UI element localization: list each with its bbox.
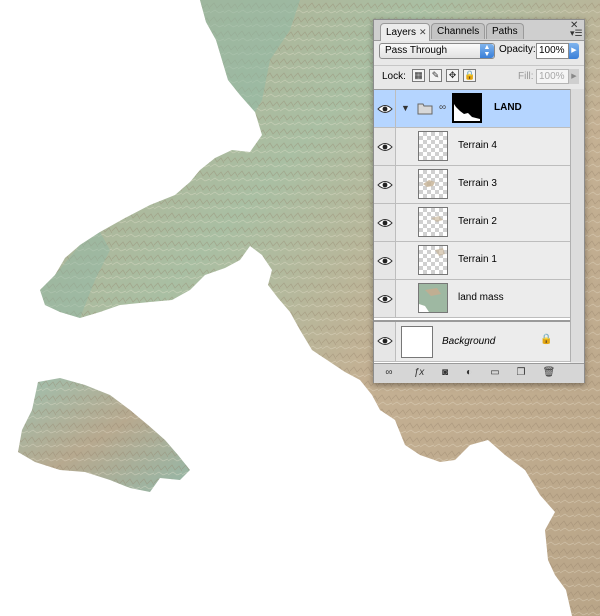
tab-channels[interactable]: Channels [431, 23, 485, 39]
layers-palette: Layers ✕ Channels Paths ✕ ▾☰ Pass Through… [373, 19, 585, 383]
layer-thumbnail[interactable] [418, 207, 448, 237]
layer-name: Terrain 3 [458, 178, 497, 189]
mask-icon[interactable]: ◙ [438, 366, 452, 380]
terrain-patch-icon [431, 216, 443, 222]
layer-row-background[interactable]: Background 🔒 [374, 322, 570, 362]
tab-layers-label: Layers [386, 27, 417, 38]
eye-icon[interactable] [377, 141, 393, 153]
terrain-patch-icon [423, 180, 435, 187]
trash-icon[interactable]: 🗑 [542, 366, 556, 380]
lock-position-move-icon[interactable]: ✥ [446, 69, 459, 82]
lock-icon: 🔒 [540, 334, 553, 345]
tab-close-icon[interactable]: ✕ [419, 27, 427, 37]
tab-layers[interactable]: Layers ✕ [380, 23, 430, 41]
layer-row-terrain-1[interactable]: Terrain 1 [374, 242, 570, 280]
visibility-cell [374, 204, 396, 241]
palette-tab-bar: Layers ✕ Channels Paths ✕ ▾☰ [374, 20, 584, 41]
new-layer-icon[interactable]: ❐ [514, 366, 528, 380]
visibility-cell [374, 166, 396, 203]
layer-name: Terrain 1 [458, 254, 497, 265]
visibility-cell [374, 322, 396, 361]
lock-all-icon[interactable]: 🔒 [463, 69, 476, 82]
layer-thumbnail[interactable] [418, 245, 448, 275]
fx-icon[interactable]: ƒx [412, 366, 426, 380]
layer-row-land-group[interactable]: ▼ ∞ LAND [374, 90, 570, 128]
select-arrows-icon: ▲ ▼ [480, 44, 494, 58]
layer-name: LAND [494, 102, 522, 113]
palette-menu-icon[interactable]: ▾☰ [570, 29, 583, 38]
fill-label: Fill: [518, 71, 534, 82]
lock-label: Lock: [382, 71, 406, 82]
blend-row: Pass Through ▲ ▼ Opacity: 100% ▶ [374, 41, 584, 63]
layer-name: Terrain 2 [458, 216, 497, 227]
new-group-folder-icon[interactable]: ▭ [488, 366, 502, 380]
layer-name: Background [442, 336, 496, 347]
expand-triangle-icon[interactable]: ▼ [401, 103, 410, 113]
layer-list-scrollbar[interactable] [570, 89, 584, 362]
background-divider [374, 320, 570, 322]
layer-thumbnail[interactable] [418, 131, 448, 161]
eye-icon[interactable] [377, 255, 393, 267]
layer-name: Terrain 4 [458, 140, 497, 151]
mask-shape-icon [454, 95, 480, 119]
opacity-label: Opacity: [499, 44, 536, 55]
eye-icon[interactable] [377, 217, 393, 229]
eye-icon[interactable] [377, 335, 393, 347]
fill-slider-button[interactable]: ▶ [569, 69, 579, 84]
lock-image-brush-icon[interactable]: ✎ [429, 69, 442, 82]
landmass-thumb-icon [419, 284, 447, 312]
eye-icon[interactable] [377, 293, 393, 305]
layer-row-land-mass[interactable]: land mass [374, 280, 570, 318]
visibility-cell [374, 242, 396, 279]
palette-bottom-toolbar: ∞ ƒx ◙ ◐ ▭ ❐ 🗑 [374, 363, 584, 383]
blend-mode-select[interactable]: Pass Through ▲ ▼ [379, 43, 495, 59]
lock-transparent-icon[interactable]: ▦ [412, 69, 425, 82]
link-icon[interactable]: ∞ [382, 366, 396, 380]
visibility-cell [374, 280, 396, 317]
lock-row: Lock: ▦ ✎ ✥ 🔒 Fill: 100% ▶ [374, 65, 584, 88]
opacity-input[interactable]: 100% [536, 43, 569, 59]
layer-row-terrain-2[interactable]: Terrain 2 [374, 204, 570, 242]
layer-row-terrain-3[interactable]: Terrain 3 [374, 166, 570, 204]
fill-input[interactable]: 100% [536, 69, 569, 84]
eye-icon[interactable] [377, 179, 393, 191]
layer-list: ▼ ∞ LAND Terrain 4 Terrain 3 Terrain 2 T… [374, 89, 570, 363]
layer-thumbnail[interactable] [418, 169, 448, 199]
tab-paths-label: Paths [492, 26, 518, 37]
opacity-slider-button[interactable]: ▶ [569, 43, 579, 59]
visibility-cell [374, 90, 396, 127]
visibility-cell [374, 128, 396, 165]
folder-icon [417, 103, 433, 115]
layer-thumbnail[interactable] [418, 283, 448, 313]
layer-thumbnail[interactable] [401, 326, 433, 358]
eye-icon[interactable] [377, 103, 393, 115]
layer-mask-thumbnail[interactable] [452, 93, 482, 123]
chain-link-icon[interactable]: ∞ [439, 102, 446, 113]
adjustment-icon[interactable]: ◐ [462, 366, 476, 380]
tab-paths[interactable]: Paths [486, 23, 524, 39]
blend-mode-value: Pass Through [385, 45, 448, 56]
tab-channels-label: Channels [437, 26, 480, 37]
terrain-patch-icon [435, 248, 445, 256]
layer-name: land mass [458, 292, 504, 303]
layer-row-terrain-4[interactable]: Terrain 4 [374, 128, 570, 166]
